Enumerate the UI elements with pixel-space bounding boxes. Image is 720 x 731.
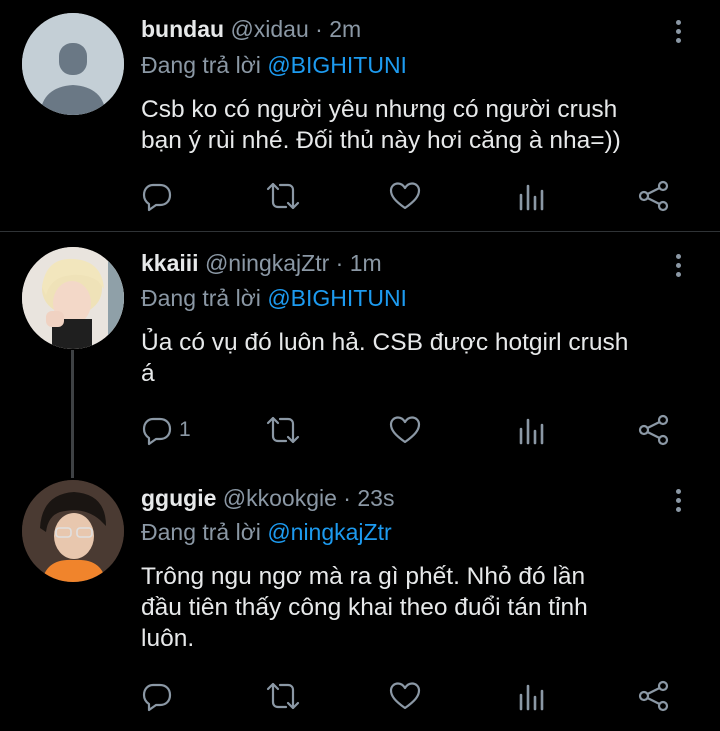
reply-button[interactable] <box>141 679 179 713</box>
retweet-icon <box>266 416 300 444</box>
timestamp[interactable]: 2m <box>329 16 361 42</box>
more-options-button[interactable] <box>672 20 684 47</box>
analytics-button[interactable] <box>515 413 547 447</box>
avatar-ggugie[interactable] <box>22 480 124 582</box>
display-name[interactable]: bundau <box>141 16 224 42</box>
action-bar: 1 <box>141 413 681 447</box>
separator-dot: · <box>335 250 344 276</box>
retweet-button[interactable] <box>265 679 301 713</box>
default-avatar-icon <box>22 13 124 115</box>
more-options-button[interactable] <box>672 489 684 516</box>
timestamp[interactable]: 23s <box>357 485 394 511</box>
tweet-3[interactable]: ggugie @kkookgie · 23s Đang trả lời @nin… <box>0 472 720 731</box>
tweet-text-line: Csb ko có người yêu nhưng có người crush <box>141 96 618 123</box>
tweet-1[interactable]: bundau @xidau · 2m Đang trả lời @BIGHITU… <box>0 0 720 230</box>
tweet-text-line: bạn ý rùi nhé. Đối thủ này hơi căng à nh… <box>141 127 621 154</box>
analytics-button[interactable] <box>515 679 547 713</box>
more-options-button[interactable] <box>672 254 684 281</box>
tweet-text-line: Ủa có vụ đó luôn hả. CSB được hotgirl cr… <box>141 329 629 356</box>
user-handle[interactable]: @kkookgie <box>223 485 337 511</box>
tweet-text-line: luôn. <box>141 625 195 652</box>
mention-link[interactable]: @BIGHITUNI <box>267 52 407 78</box>
share-button[interactable] <box>637 679 671 713</box>
tweet-header: bundau @xidau · 2m <box>141 16 361 43</box>
replying-to-label: Đang trả lời <box>141 519 261 545</box>
tweet-text-line: đầu tiên thấy công khai theo đuổi tán tỉ… <box>141 594 588 621</box>
share-icon <box>638 180 669 212</box>
tweet-text-line: á <box>141 360 155 387</box>
user-photo-icon <box>22 247 124 349</box>
heart-icon <box>389 682 421 710</box>
tweet-text: Csb ko có người yêu nhưng có người crush… <box>141 94 701 156</box>
heart-icon <box>389 182 421 210</box>
reply-icon <box>142 183 172 212</box>
tweet-header: ggugie @kkookgie · 23s <box>141 485 394 512</box>
more-vertical-icon <box>672 489 684 512</box>
tweet-text-line: Trông ngu ngơ mà ra gì phết. Nhỏ đó lần <box>141 563 586 590</box>
user-photo-icon <box>22 480 124 582</box>
analytics-icon <box>519 184 544 211</box>
avatar-kkaiii[interactable] <box>22 247 124 349</box>
retweet-icon <box>266 682 300 710</box>
heart-icon <box>389 416 421 444</box>
tweet-text: Ủa có vụ đó luôn hả. CSB được hotgirl cr… <box>141 327 701 389</box>
user-handle[interactable]: @ningkajZtr <box>205 250 329 276</box>
reply-icon <box>142 683 172 712</box>
share-icon <box>638 680 669 712</box>
like-button[interactable] <box>389 679 421 713</box>
more-vertical-icon <box>672 20 684 43</box>
mention-link[interactable]: @ningkajZtr <box>267 519 391 545</box>
timestamp[interactable]: 1m <box>350 250 382 276</box>
action-bar <box>141 679 681 713</box>
separator-dot: · <box>315 16 323 42</box>
analytics-icon <box>519 684 544 711</box>
reply-count: 1 <box>179 418 191 441</box>
analytics-icon <box>519 418 544 445</box>
replying-to: Đang trả lời @BIGHITUNI <box>141 285 407 312</box>
action-bar <box>141 179 681 213</box>
tweet-text: Trông ngu ngơ mà ra gì phết. Nhỏ đó lần … <box>141 561 701 654</box>
retweet-button[interactable] <box>265 179 301 213</box>
reply-button[interactable]: 1 <box>141 413 191 447</box>
like-button[interactable] <box>389 179 421 213</box>
separator-dot: · <box>343 485 351 511</box>
replying-to: Đang trả lời @ningkajZtr <box>141 519 392 546</box>
retweet-icon <box>266 182 300 210</box>
share-icon <box>638 414 669 446</box>
more-vertical-icon <box>672 254 684 277</box>
share-button[interactable] <box>637 179 671 213</box>
reply-icon <box>142 417 172 446</box>
like-button[interactable] <box>389 413 421 447</box>
analytics-button[interactable] <box>515 179 547 213</box>
display-name[interactable]: kkaiii <box>141 250 199 276</box>
replying-to-label: Đang trả lời <box>141 52 261 78</box>
share-button[interactable] <box>637 413 671 447</box>
display-name[interactable]: ggugie <box>141 485 216 511</box>
mention-link[interactable]: @BIGHITUNI <box>267 285 407 311</box>
retweet-button[interactable] <box>265 413 301 447</box>
tweet-header: kkaiii @ningkajZtr · 1m <box>141 250 382 277</box>
user-handle[interactable]: @xidau <box>230 16 308 42</box>
replying-to: Đang trả lời @BIGHITUNI <box>141 52 407 79</box>
reply-button[interactable] <box>141 179 179 213</box>
avatar-default[interactable] <box>22 13 124 115</box>
tweet-2[interactable]: kkaiii @ningkajZtr · 1m Đang trả lời @BI… <box>0 232 720 472</box>
replying-to-label: Đang trả lời <box>141 285 261 311</box>
